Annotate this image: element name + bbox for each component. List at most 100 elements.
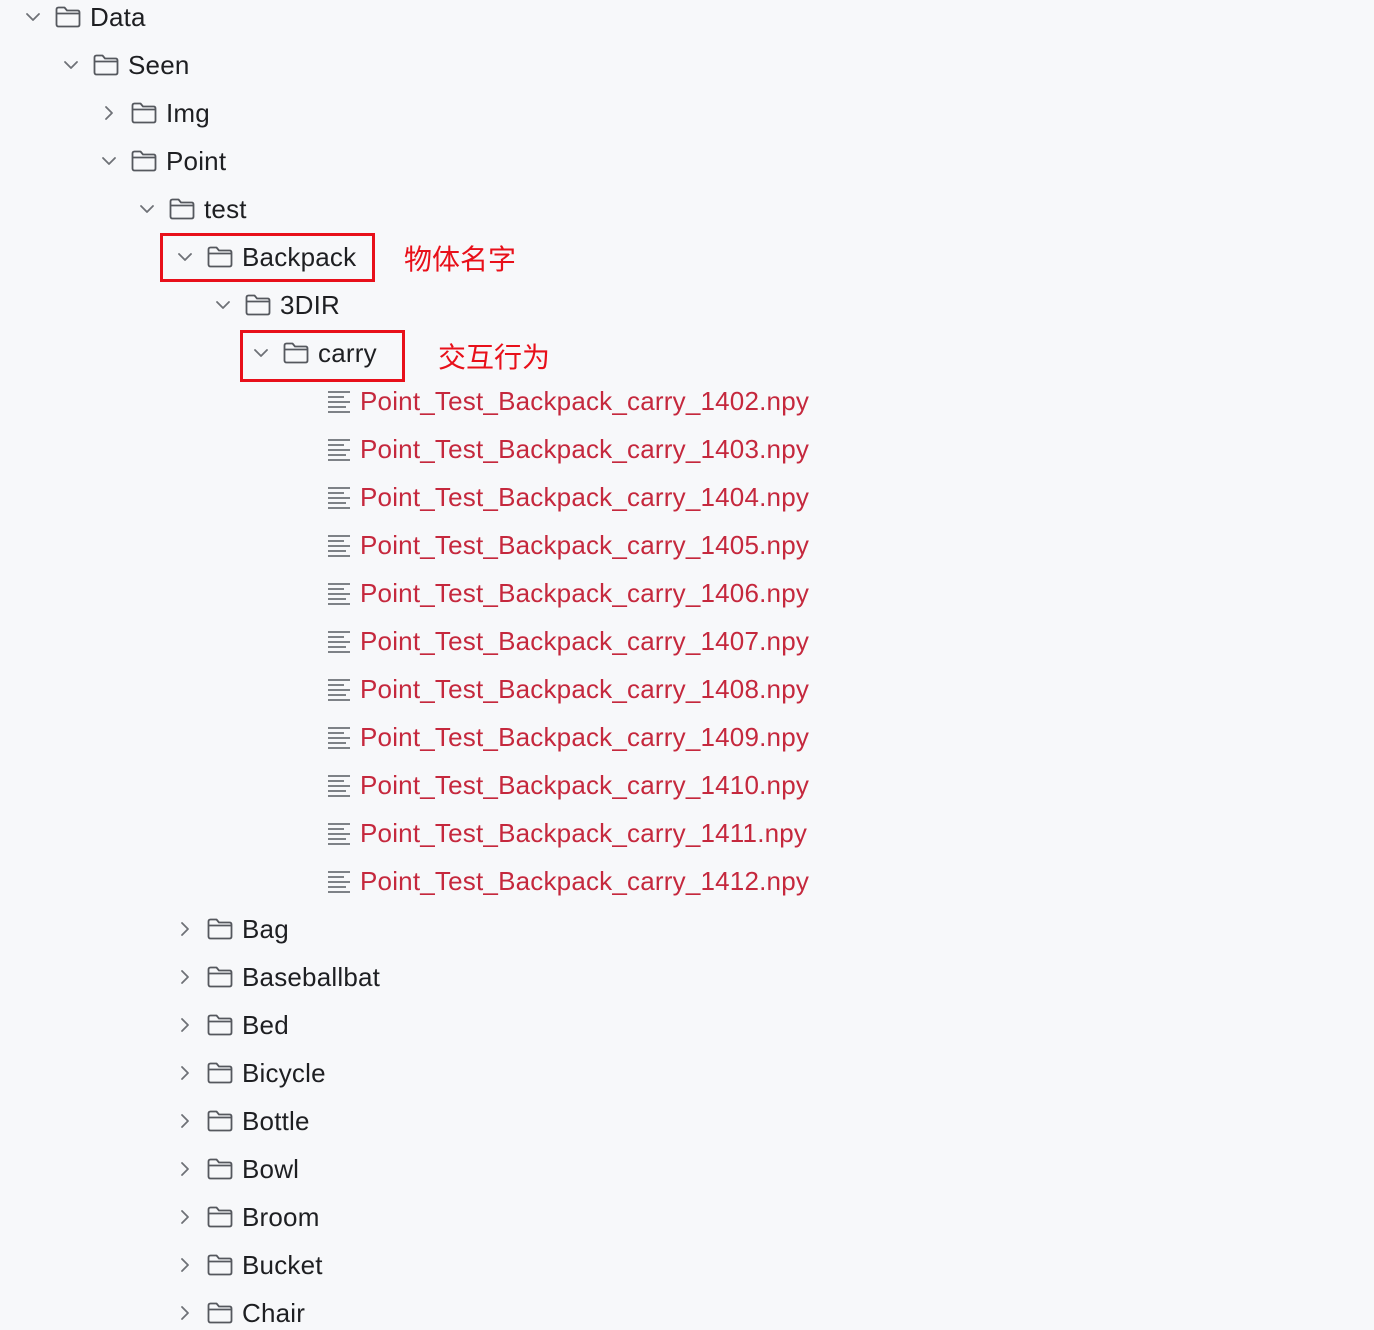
tree-node-bucket[interactable]: Bucket bbox=[0, 1241, 1374, 1289]
project-tree: Data Seen Img Point test Backpack 3DIR c… bbox=[0, 0, 1374, 1330]
chevron-right-icon[interactable] bbox=[176, 920, 194, 938]
folder-icon bbox=[206, 245, 234, 269]
chevron-down-icon[interactable] bbox=[252, 344, 270, 362]
tree-node-seen[interactable]: Seen bbox=[0, 41, 1374, 89]
chevron-right-icon[interactable] bbox=[176, 1112, 194, 1130]
chevron-down-icon[interactable] bbox=[176, 248, 194, 266]
file-label: Point_Test_Backpack_carry_1404.npy bbox=[360, 481, 810, 512]
file-item[interactable]: Point_Test_Backpack_carry_1407.npy bbox=[0, 617, 1374, 665]
file-label: Point_Test_Backpack_carry_1408.npy bbox=[360, 673, 810, 704]
chevron-right-icon[interactable] bbox=[176, 1256, 194, 1274]
folder-label: Bag bbox=[242, 913, 289, 944]
text-file-icon bbox=[326, 437, 354, 461]
tree-node-bicycle[interactable]: Bicycle bbox=[0, 1049, 1374, 1097]
tree-node-chair[interactable]: Chair bbox=[0, 1289, 1374, 1330]
folder-icon bbox=[54, 5, 82, 29]
file-label: Point_Test_Backpack_carry_1406.npy bbox=[360, 577, 810, 608]
folder-icon bbox=[282, 341, 310, 365]
text-file-icon bbox=[326, 677, 354, 701]
chevron-down-icon[interactable] bbox=[100, 152, 118, 170]
text-file-icon bbox=[326, 869, 354, 893]
folder-icon bbox=[130, 149, 158, 173]
chevron-right-icon[interactable] bbox=[176, 1016, 194, 1034]
file-item[interactable]: Point_Test_Backpack_carry_1405.npy bbox=[0, 521, 1374, 569]
object-name-annotation: 物体名字 bbox=[404, 243, 517, 276]
text-file-icon bbox=[326, 725, 354, 749]
text-file-icon bbox=[326, 485, 354, 509]
folder-icon bbox=[92, 53, 120, 77]
tree-node-point[interactable]: Point bbox=[0, 137, 1374, 185]
folder-icon bbox=[206, 965, 234, 989]
file-item[interactable]: Point_Test_Backpack_carry_1410.npy bbox=[0, 761, 1374, 809]
tree-node-data[interactable]: Data bbox=[0, 0, 1374, 41]
tree-node-bed[interactable]: Bed bbox=[0, 1001, 1374, 1049]
tree-node-backpack[interactable]: Backpack bbox=[0, 233, 1374, 281]
tree-node-bowl[interactable]: Bowl bbox=[0, 1145, 1374, 1193]
folder-icon bbox=[206, 1205, 234, 1229]
tree-node-baseballbat[interactable]: Baseballbat bbox=[0, 953, 1374, 1001]
file-item[interactable]: Point_Test_Backpack_carry_1411.npy bbox=[0, 809, 1374, 857]
file-label: Point_Test_Backpack_carry_1411.npy bbox=[360, 817, 808, 848]
chevron-right-icon[interactable] bbox=[176, 1160, 194, 1178]
chevron-right-icon[interactable] bbox=[176, 1064, 194, 1082]
folder-label: Data bbox=[90, 1, 146, 32]
folder-label: Bed bbox=[242, 1009, 289, 1040]
file-label: Point_Test_Backpack_carry_1412.npy bbox=[360, 865, 810, 896]
file-item[interactable]: Point_Test_Backpack_carry_1409.npy bbox=[0, 713, 1374, 761]
chevron-right-icon[interactable] bbox=[176, 1304, 194, 1322]
folder-label: Seen bbox=[128, 49, 190, 80]
tree-node-bag[interactable]: Bag bbox=[0, 905, 1374, 953]
text-file-icon bbox=[326, 389, 354, 413]
tree-node-carry[interactable]: carry bbox=[0, 329, 1374, 377]
tree-node-broom[interactable]: Broom bbox=[0, 1193, 1374, 1241]
folder-label: Chair bbox=[242, 1297, 306, 1328]
folder-label: test bbox=[204, 193, 247, 224]
file-label: Point_Test_Backpack_carry_1407.npy bbox=[360, 625, 810, 656]
folder-label: Bowl bbox=[242, 1153, 300, 1184]
file-label: Point_Test_Backpack_carry_1403.npy bbox=[360, 433, 810, 464]
tree-node-img[interactable]: Img bbox=[0, 89, 1374, 137]
text-file-icon bbox=[326, 629, 354, 653]
file-item[interactable]: Point_Test_Backpack_carry_1412.npy bbox=[0, 857, 1374, 905]
chevron-down-icon[interactable] bbox=[62, 56, 80, 74]
folder-label: carry bbox=[318, 337, 377, 368]
folder-icon bbox=[206, 1109, 234, 1133]
chevron-right-icon[interactable] bbox=[176, 1208, 194, 1226]
text-file-icon bbox=[326, 773, 354, 797]
folder-label: Bottle bbox=[242, 1105, 310, 1136]
interaction-annotation: 交互行为 bbox=[438, 341, 551, 374]
tree-node-bottle[interactable]: Bottle bbox=[0, 1097, 1374, 1145]
chevron-right-icon[interactable] bbox=[100, 104, 118, 122]
chevron-down-icon[interactable] bbox=[214, 296, 232, 314]
tree-node-test[interactable]: test bbox=[0, 185, 1374, 233]
file-label: Point_Test_Backpack_carry_1405.npy bbox=[360, 529, 810, 560]
folder-label: Broom bbox=[242, 1201, 320, 1232]
folder-label: Bucket bbox=[242, 1249, 323, 1280]
file-label: Point_Test_Backpack_carry_1409.npy bbox=[360, 721, 810, 752]
chevron-down-icon[interactable] bbox=[138, 200, 156, 218]
folder-icon bbox=[244, 293, 272, 317]
folder-icon bbox=[130, 101, 158, 125]
folder-icon bbox=[206, 1253, 234, 1277]
folder-label: Baseballbat bbox=[242, 961, 381, 992]
folder-icon bbox=[206, 1157, 234, 1181]
file-item[interactable]: Point_Test_Backpack_carry_1402.npy bbox=[0, 377, 1374, 425]
chevron-right-icon[interactable] bbox=[176, 968, 194, 986]
text-file-icon bbox=[326, 821, 354, 845]
file-item[interactable]: Point_Test_Backpack_carry_1406.npy bbox=[0, 569, 1374, 617]
tree-node-3dir[interactable]: 3DIR bbox=[0, 281, 1374, 329]
text-file-icon bbox=[326, 581, 354, 605]
file-item[interactable]: Point_Test_Backpack_carry_1404.npy bbox=[0, 473, 1374, 521]
file-item[interactable]: Point_Test_Backpack_carry_1408.npy bbox=[0, 665, 1374, 713]
folder-icon bbox=[206, 1301, 234, 1325]
folder-icon bbox=[206, 1013, 234, 1037]
text-file-icon bbox=[326, 533, 354, 557]
file-item[interactable]: Point_Test_Backpack_carry_1403.npy bbox=[0, 425, 1374, 473]
folder-label: Point bbox=[166, 145, 227, 176]
chevron-down-icon[interactable] bbox=[24, 8, 42, 26]
folder-label: 3DIR bbox=[280, 289, 341, 320]
file-label: Point_Test_Backpack_carry_1402.npy bbox=[360, 385, 810, 416]
folder-icon bbox=[206, 1061, 234, 1085]
folder-label: Bicycle bbox=[242, 1057, 326, 1088]
folder-icon bbox=[168, 197, 196, 221]
